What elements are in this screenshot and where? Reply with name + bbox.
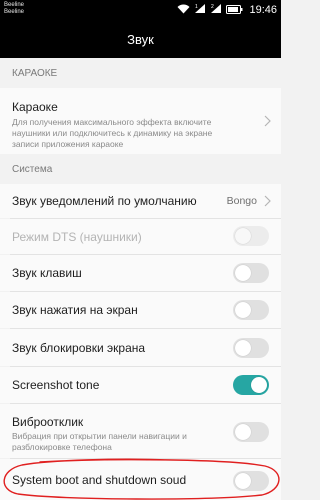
chevron-right-icon [264,115,271,127]
boot-sound-toggle[interactable] [233,471,269,491]
sim-1-signal-icon: 1 [194,1,206,19]
vibration-feedback-toggle[interactable] [233,422,269,442]
row-subtitle: Для получения максимального эффекта вклю… [12,117,213,149]
touch-sound-toggle[interactable] [233,300,269,320]
screenshot-tone-toggle[interactable] [233,375,269,395]
page-title: Звук [127,31,154,47]
carrier-name-1: Beeline [4,2,25,8]
row-vibration-feedback[interactable]: Виброотклик Вибрация при открытии панели… [0,404,281,458]
battery-icon [226,1,243,19]
svg-text:2: 2 [211,4,214,10]
section-header-karaoke: КАРАОКЕ [0,58,281,88]
row-title: Виброотклик [12,415,84,429]
row-notification-sound[interactable]: Звук уведомлений по умолчанию Bongo [0,184,281,218]
toggle-knob [235,228,251,244]
keypad-sound-toggle[interactable] [233,263,269,283]
row-title: Звук уведомлений по умолчанию [12,194,197,208]
svg-text:1: 1 [195,4,198,10]
row-screenshot-tone[interactable]: Screenshot tone [0,367,281,403]
row-boot-sound[interactable]: System boot and shutdown soud [0,459,281,500]
sim-2-signal-icon: 2 [210,1,222,19]
toggle-knob [235,302,251,318]
clock: 19:46 [249,4,277,16]
row-title: Режим DTS (наушники) [12,230,142,244]
row-title: Звук нажатия на экран [12,303,138,317]
row-title: System boot and shutdown soud [12,473,187,487]
section-header-system: Система [0,154,281,184]
row-title: Звук блокировки экрана [12,341,146,355]
chevron-right-icon [264,195,271,207]
row-title: Screenshot tone [12,378,100,392]
row-lock-sound[interactable]: Звук блокировки экрана [0,329,281,366]
carrier-name-2: Beeline [4,9,25,15]
row-title: Караоке [12,100,58,114]
toggle-knob [235,424,251,440]
toggle-knob [235,265,251,281]
row-touch-sound[interactable]: Звук нажатия на экран [0,292,281,328]
wifi-icon [177,1,190,19]
toggle-knob [251,377,267,393]
toggle-knob [235,473,251,489]
toggle-knob [235,340,251,356]
row-dts: Режим DTS (наушники) [0,219,281,254]
status-icons: 1 2 19:46 [177,3,277,17]
status-bar: Beeline Beeline 1 2 19:46 [0,0,281,20]
section-label: Система [12,163,53,175]
notification-sound-value: Bongo [226,195,257,207]
row-title: Звук клавиш [12,266,82,280]
dts-toggle [233,226,269,246]
row-keypad-sound[interactable]: Звук клавиш [0,255,281,291]
lock-sound-toggle[interactable] [233,338,269,358]
section-label: КАРАОКЕ [12,67,58,79]
row-karaoke[interactable]: Караоке Для получения максимального эффе… [0,88,281,154]
app-bar: Звук [0,20,281,58]
row-subtitle: Вибрация при открытии панели навигации и… [12,431,187,452]
